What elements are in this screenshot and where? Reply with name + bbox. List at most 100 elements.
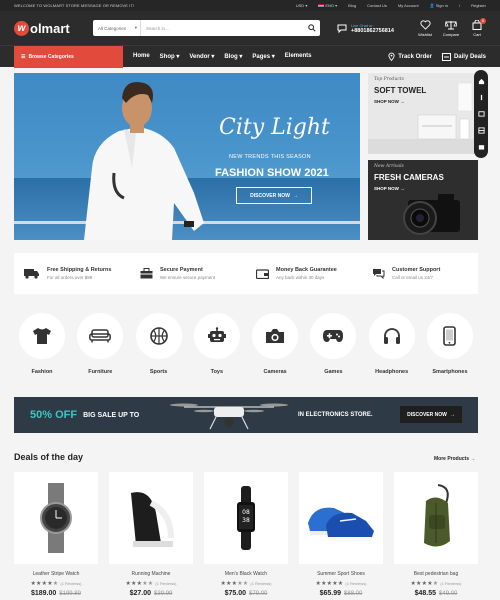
more-products-link[interactable]: More Products → bbox=[434, 456, 475, 462]
product-name[interactable]: Best pedestrian bag bbox=[414, 571, 458, 577]
cart-icon[interactable] bbox=[477, 110, 485, 118]
logo[interactable]: w olmart bbox=[14, 20, 93, 36]
menu-item-pages[interactable]: Pages ▾ bbox=[252, 53, 274, 60]
flag-icon bbox=[318, 3, 325, 8]
account-link[interactable]: My Account bbox=[398, 3, 419, 8]
product-price: $48.55 bbox=[414, 590, 437, 597]
track-order-link[interactable]: Track Order bbox=[388, 52, 432, 61]
svg-text:08: 08 bbox=[242, 509, 250, 516]
compare-button[interactable]: Compare bbox=[442, 20, 460, 37]
product-price: $65.99 bbox=[319, 590, 342, 597]
camera-image bbox=[403, 194, 460, 235]
category-fashion[interactable]: Fashion bbox=[18, 313, 66, 375]
review-count[interactable]: (1 Reviews) bbox=[345, 581, 366, 586]
banner-fresh-cameras[interactable]: New Arrivals FRESH CAMERAS SHOP NOW → bbox=[368, 160, 478, 240]
promo-text: BIG SALE UP TO bbox=[83, 411, 140, 419]
discover-now-button[interactable]: DISCOVER NOW → bbox=[400, 406, 462, 423]
logo-mark: w bbox=[14, 20, 29, 36]
header: w olmart All Categories ▾ Search in... Li… bbox=[0, 11, 500, 45]
daily-deals-link[interactable]: Daily Deals bbox=[441, 52, 486, 61]
product-card[interactable]: Running Machine ★★★★★ (1 Reviews) $27.00 $… bbox=[109, 472, 193, 597]
banner-soft-towel[interactable]: Top Products SOFT TOWEL SHOP NOW → bbox=[368, 73, 478, 154]
currency-select[interactable]: USD ▾ bbox=[296, 3, 308, 8]
menu-item-blog[interactable]: Blog ▾ bbox=[224, 53, 242, 60]
product-card[interactable]: Summer Sport Shoes ★★★★★ (1 Reviews) $65.… bbox=[299, 472, 383, 597]
discover-now-button[interactable]: DISCOVER NOW → bbox=[236, 187, 312, 204]
shop-icon[interactable] bbox=[477, 127, 485, 134]
product-old-price: $79.00 bbox=[249, 591, 268, 597]
model-image bbox=[84, 82, 204, 240]
wishlist-button[interactable]: Wishlist bbox=[416, 19, 434, 37]
scale-icon bbox=[445, 20, 457, 29]
promo-banner[interactable]: 50% OFF BIG SALE UP TO IN ELECTRONICS ST… bbox=[14, 397, 478, 433]
user-icon: 👤 bbox=[429, 3, 435, 8]
category-sports[interactable]: Sports bbox=[135, 313, 183, 375]
hero-heading: FASHION SHOW 2021 bbox=[215, 167, 329, 179]
product-image[interactable] bbox=[299, 472, 383, 564]
product-name[interactable]: Leather Stripe Watch bbox=[33, 571, 80, 577]
search-button[interactable] bbox=[304, 24, 320, 32]
menu-item-shop[interactable]: Shop ▾ bbox=[160, 53, 180, 60]
category-furniture[interactable]: Furniture bbox=[76, 313, 124, 375]
product-name[interactable]: Summer Sport Shoes bbox=[317, 571, 365, 577]
robot-icon bbox=[207, 327, 226, 342]
language-select[interactable]: ENG ▾ bbox=[318, 3, 337, 8]
cart-button[interactable]: 0 Cart bbox=[468, 17, 486, 37]
rating-stars: ★★★★★ bbox=[125, 581, 154, 587]
truck-icon bbox=[24, 269, 39, 279]
product-image[interactable]: 08 38 bbox=[204, 472, 288, 564]
headphones-icon bbox=[383, 328, 400, 344]
feature-support: Customer Support Call or email us 24/7 bbox=[362, 267, 478, 280]
blog-link[interactable]: Blog bbox=[348, 3, 356, 8]
product-old-price: $199.89 bbox=[59, 591, 81, 597]
product-card[interactable]: 08 38 Men's Black Watch ★★★★★ (1 Reviews) … bbox=[204, 472, 288, 597]
top-bar: WELCOME TO WOLMART STORE MESSAGE OR REMO… bbox=[0, 0, 500, 11]
product-name[interactable]: Men's Black Watch bbox=[225, 571, 267, 577]
home-icon[interactable] bbox=[478, 78, 485, 85]
tshirt-icon bbox=[33, 328, 51, 344]
product-name[interactable]: Running Machine bbox=[132, 571, 171, 577]
category-smartphones[interactable]: Smartphones bbox=[426, 313, 474, 375]
menu-item-home[interactable]: Home bbox=[133, 53, 150, 60]
bag-icon[interactable] bbox=[478, 143, 485, 150]
review-count[interactable]: (1 Reviews) bbox=[250, 581, 271, 586]
product-old-price: $88.00 bbox=[344, 591, 363, 597]
separator: / bbox=[458, 3, 461, 8]
contact-link[interactable]: Contact Us bbox=[367, 3, 387, 8]
category-toys[interactable]: Toys bbox=[193, 313, 241, 375]
product-card[interactable]: Leather Stripe Watch ★★★★★ (1 Reviews) $1… bbox=[14, 472, 98, 597]
product-price: $27.00 bbox=[129, 590, 152, 597]
welcome-message: WELCOME TO WOLMART STORE MESSAGE OR REMO… bbox=[14, 3, 135, 8]
binding-image bbox=[131, 492, 174, 547]
browse-categories-button[interactable]: ☰ Browse Categories bbox=[14, 45, 123, 68]
product-image[interactable] bbox=[14, 472, 98, 564]
location-pin-icon bbox=[388, 52, 395, 61]
floating-toolbar bbox=[474, 70, 488, 158]
bag-icon bbox=[140, 268, 153, 279]
review-count[interactable]: (1 Reviews) bbox=[60, 581, 81, 586]
hero-banner[interactable]: City Light NEW TRENDS THIS SEASON FASHIO… bbox=[14, 73, 360, 240]
review-count[interactable]: (1 Reviews) bbox=[440, 581, 461, 586]
product-card[interactable]: Best pedestrian bag ★★★★★ (1 Reviews) $48… bbox=[394, 472, 478, 597]
product-old-price: $49.00 bbox=[439, 591, 458, 597]
rating-stars: ★★★★★ bbox=[315, 581, 344, 587]
category-cameras[interactable]: Cameras bbox=[251, 313, 299, 375]
svg-text:38: 38 bbox=[242, 517, 250, 524]
search-input[interactable]: Search in... bbox=[141, 26, 304, 31]
chevron-down-icon: ▾ bbox=[134, 25, 137, 30]
signin-link[interactable]: 👤 Sign in bbox=[430, 3, 448, 8]
wallet-icon bbox=[256, 269, 269, 279]
menu-item-vendor[interactable]: Vendor ▾ bbox=[189, 53, 214, 60]
category-games[interactable]: Games bbox=[309, 313, 357, 375]
category-select[interactable]: All Categories ▾ bbox=[93, 20, 141, 36]
drone-image bbox=[170, 403, 288, 430]
product-image[interactable] bbox=[394, 472, 478, 564]
info-icon[interactable] bbox=[478, 94, 485, 101]
register-link[interactable]: Register bbox=[471, 3, 486, 8]
contact-info[interactable]: Live Chat or: +8801862756814 bbox=[336, 22, 400, 34]
review-count[interactable]: (1 Reviews) bbox=[155, 581, 176, 586]
product-image[interactable] bbox=[109, 472, 193, 564]
menu-item-elements[interactable]: Elements bbox=[285, 53, 312, 60]
category-headphones[interactable]: Headphones bbox=[368, 313, 416, 375]
product-price: $189.00 bbox=[30, 590, 57, 597]
